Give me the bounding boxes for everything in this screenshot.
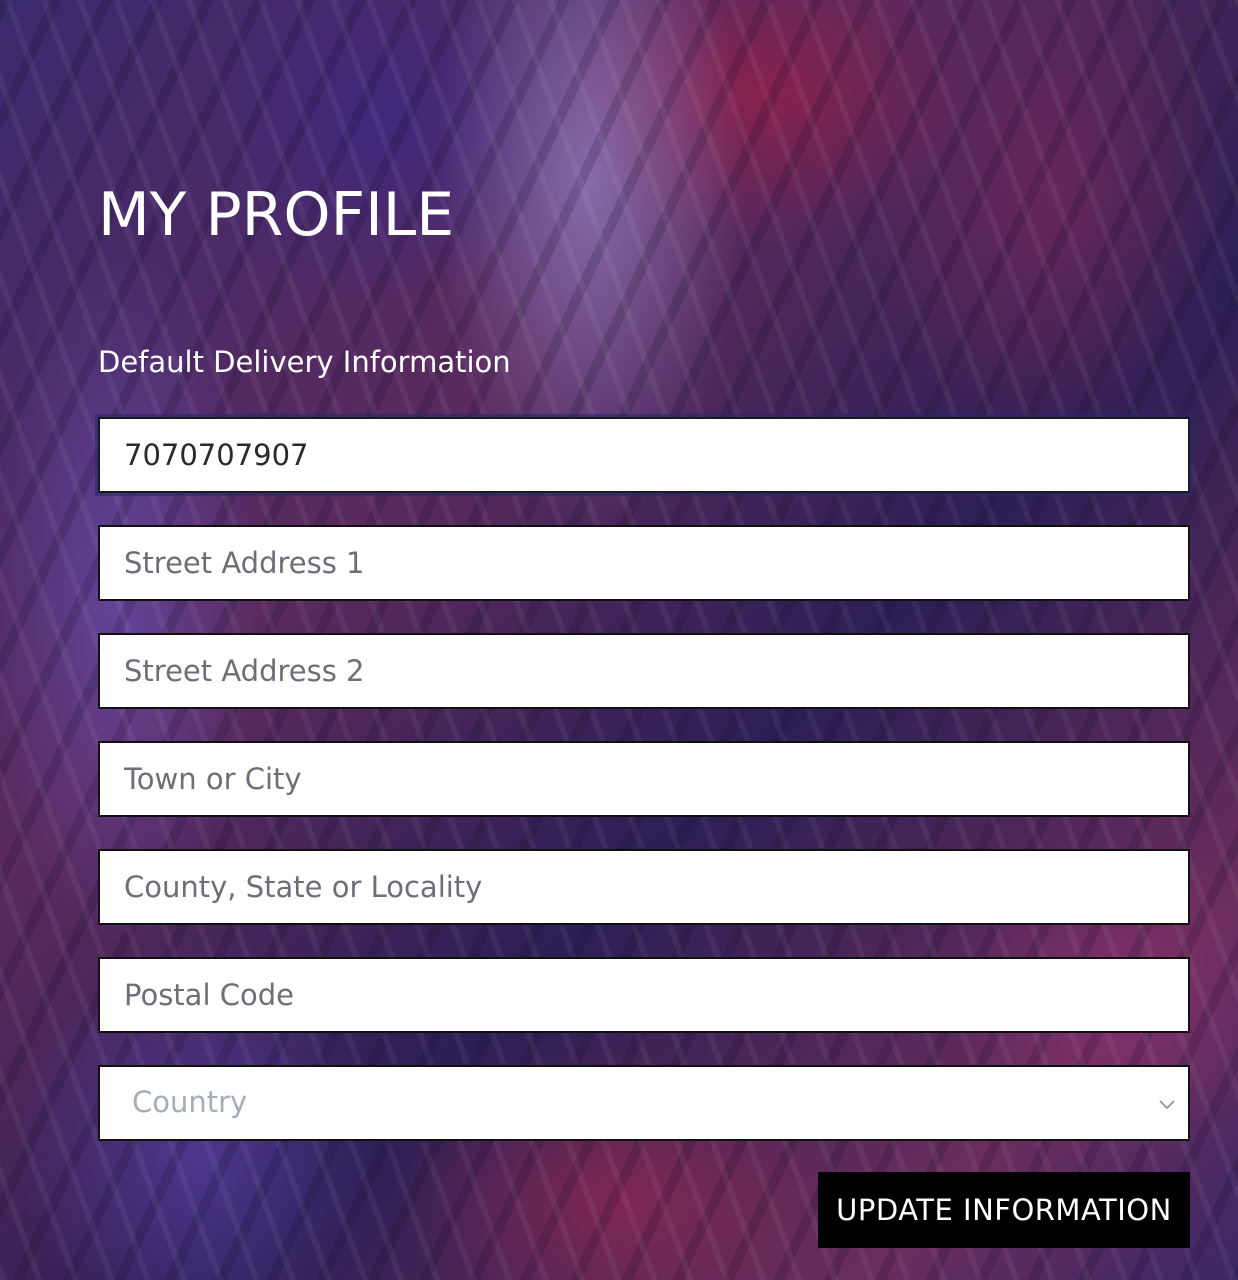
chevron-down-icon [1159, 1100, 1175, 1110]
town-or-city-input[interactable] [98, 741, 1190, 817]
county-state-locality-input[interactable] [98, 849, 1190, 925]
section-title: Default Delivery Information [98, 345, 511, 379]
postal-code-input[interactable] [98, 957, 1190, 1033]
street-address-1-input[interactable] [98, 525, 1190, 601]
country-select[interactable]: Country [98, 1065, 1190, 1141]
update-information-button[interactable]: UPDATE INFORMATION [818, 1172, 1190, 1248]
country-select-value: Country [132, 1085, 248, 1119]
phone-number-input[interactable] [98, 417, 1190, 493]
page-title: MY PROFILE [98, 180, 455, 250]
street-address-2-input[interactable] [98, 633, 1190, 709]
